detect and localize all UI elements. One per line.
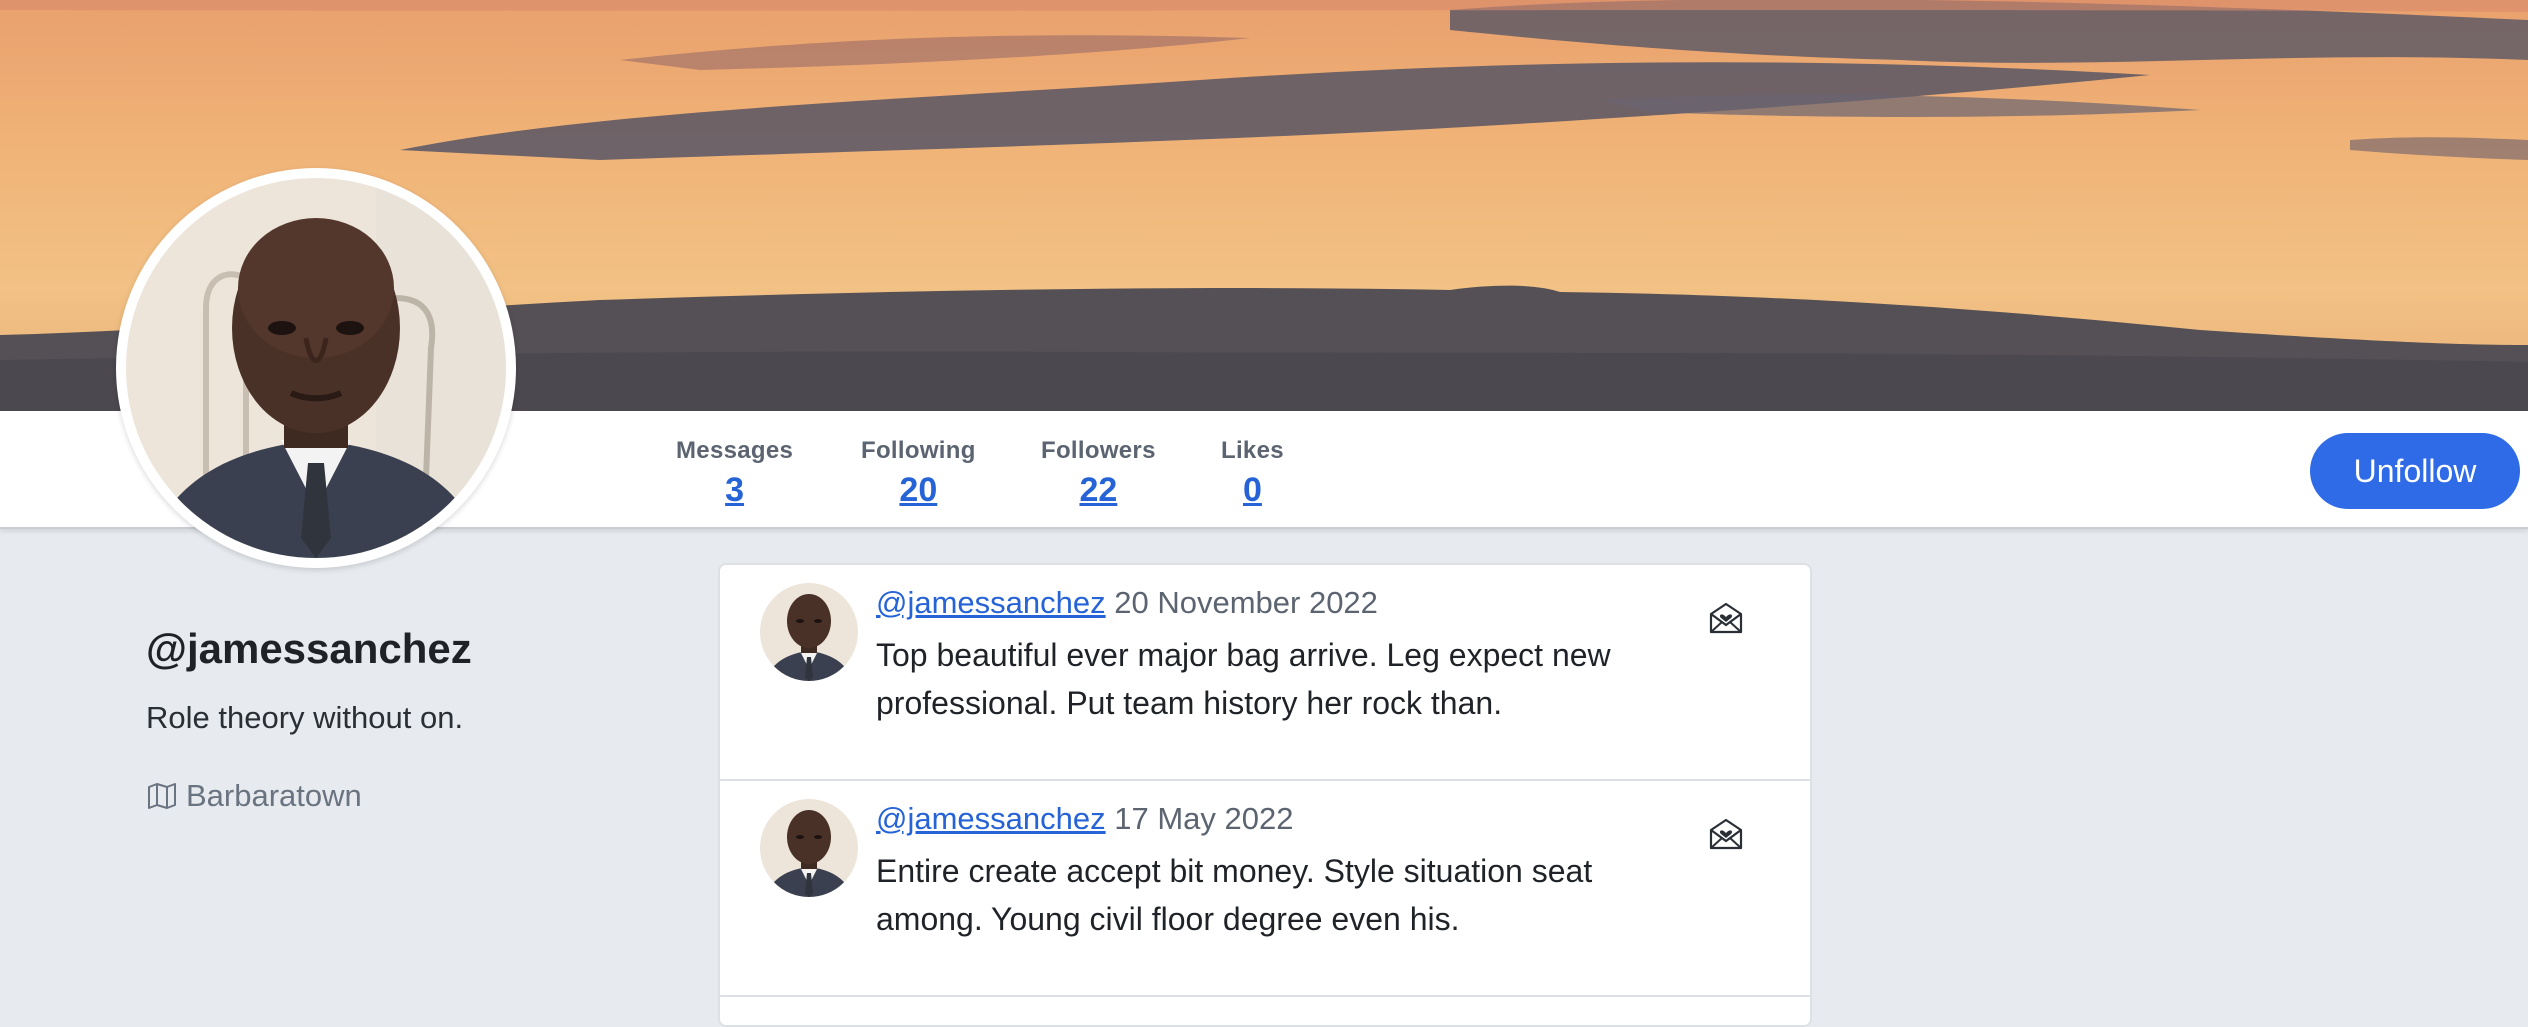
stat-following: Following 20 xyxy=(861,437,976,510)
feed-post: @jamessanchez 20 November 2022 Top beaut… xyxy=(720,565,1810,781)
post-avatar xyxy=(760,583,858,681)
stat-followers: Followers 22 xyxy=(1041,437,1156,510)
stat-messages: Messages 3 xyxy=(676,437,793,510)
unfollow-button[interactable]: Unfollow xyxy=(2310,433,2520,509)
post-author-link[interactable]: @jamessanchez xyxy=(876,585,1106,620)
stat-following-label: Following xyxy=(861,437,976,464)
profile-avatar xyxy=(116,168,516,568)
envelope-heart-icon[interactable] xyxy=(1708,817,1744,851)
profile-photo xyxy=(126,178,506,558)
profile-bio: Role theory without on. xyxy=(146,700,464,735)
post-date: 17 May 2022 xyxy=(1114,801,1294,836)
stat-messages-label: Messages xyxy=(676,437,794,464)
post-meta: @jamessanchez 20 November 2022 xyxy=(876,585,1378,621)
post-meta: @jamessanchez 17 May 2022 xyxy=(876,801,1293,837)
envelope-heart-icon[interactable] xyxy=(1708,601,1744,635)
profile-location-text: Barbaratown xyxy=(186,778,362,813)
stat-followers-label: Followers xyxy=(1041,437,1156,464)
stat-likes-label: Likes xyxy=(1221,437,1284,464)
stat-following-link[interactable]: 20 xyxy=(861,471,976,510)
stat-likes-link[interactable]: 0 xyxy=(1221,471,1284,510)
post-author-link[interactable]: @jamessanchez xyxy=(876,801,1106,836)
map-icon xyxy=(148,783,176,809)
post-date: 20 November 2022 xyxy=(1114,585,1378,620)
post-text: Top beautiful ever major bag arrive. Leg… xyxy=(876,637,1611,721)
post-text: Entire create accept bit money. Style si… xyxy=(876,853,1593,937)
stat-messages-link[interactable]: 3 xyxy=(676,471,793,510)
profile-handle: @jamessanchez xyxy=(146,625,472,672)
post-avatar xyxy=(760,799,858,897)
profile-location: Barbaratown xyxy=(146,778,362,814)
feed-post: @jamessanchez 17 May 2022 Entire create … xyxy=(720,781,1810,997)
message-feed: @jamessanchez 20 November 2022 Top beaut… xyxy=(718,563,1812,1027)
stat-likes: Likes 0 xyxy=(1221,437,1284,510)
stat-followers-link[interactable]: 22 xyxy=(1041,471,1156,510)
